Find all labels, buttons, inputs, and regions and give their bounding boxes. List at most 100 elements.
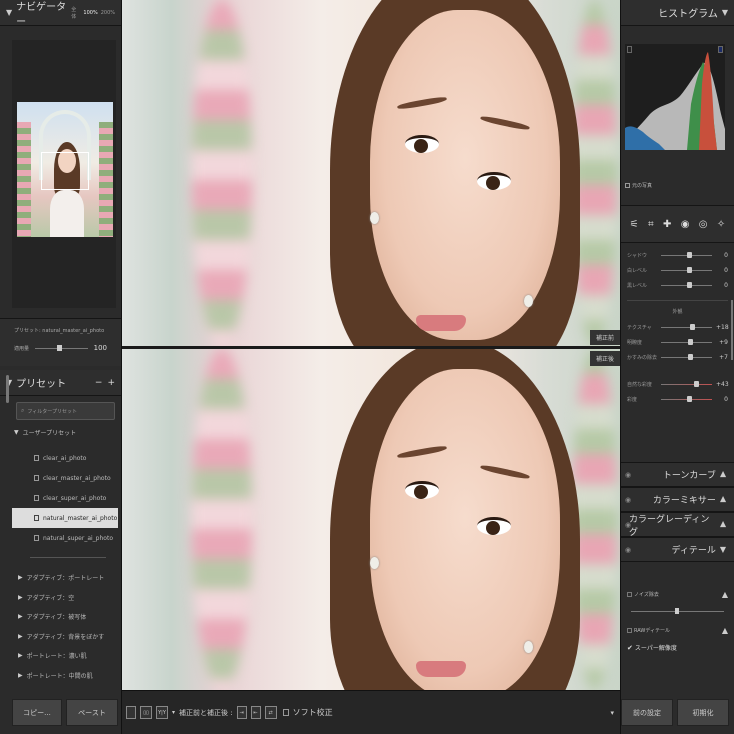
slider-track[interactable] [661,339,712,345]
slider-knob[interactable] [693,381,699,387]
preset-item[interactable]: clear_super_ai_photo [12,488,118,508]
compare-view-icon[interactable]: ▯▯ [140,706,152,719]
visibility-toggle-icon[interactable]: ◉ [625,471,631,479]
mask-icon[interactable]: ◉ [681,219,690,230]
slider-track[interactable] [661,252,712,258]
expand-triangle-icon[interactable]: ▼ [720,520,726,529]
slider-value[interactable]: +43 [716,381,729,388]
expand-triangle-icon[interactable]: ▼ [14,429,19,436]
expand-triangle-icon[interactable]: ▶ [18,652,23,659]
copy-after-to-before-icon[interactable]: ⇤ [250,706,261,719]
checkbox-icon[interactable] [627,592,632,597]
left-scrollbar[interactable] [6,375,9,403]
checkbox-checked-icon[interactable]: ✔ [627,644,633,652]
slider-row[interactable]: 明瞭度 +9 [621,335,734,350]
slider-knob[interactable] [686,396,692,402]
expand-triangle-icon[interactable]: ▼ [720,470,726,479]
slider-row[interactable]: かすみの除去 +7 [621,350,734,365]
slider-knob[interactable] [686,252,692,258]
navigator-zoom-box[interactable] [41,152,89,190]
expand-triangle-icon[interactable]: ▶ [18,594,23,601]
checkbox-icon[interactable] [625,183,630,188]
raw-detail-row[interactable]: RAWディテール ▲ [621,612,734,635]
previous-settings-button[interactable]: 前の設定 [621,699,673,726]
swap-before-after-icon[interactable]: ⇄ [264,706,277,719]
paste-button[interactable]: ペースト [66,699,118,726]
preset-search-input[interactable]: ⌕ フィルタープリセット [16,402,115,420]
slider-knob[interactable] [688,339,694,345]
crop-icon[interactable]: ⌗ [648,219,654,230]
expand-triangle-icon[interactable]: ▶ [18,574,23,581]
slider-track[interactable] [661,282,712,288]
reset-button[interactable]: 初期化 [677,699,729,726]
preset-item-selected[interactable]: natural_master_ai_photo [12,508,118,528]
copy-before-to-after-icon[interactable]: ⇥ [236,706,247,719]
zoom-fit[interactable]: 全体 [71,6,80,20]
collapse-triangle-icon[interactable]: ▼ [722,8,728,17]
section-detail[interactable]: ◉ ディテール ▼ [621,537,734,562]
slider-track[interactable] [661,354,712,360]
histogram-chart[interactable] [625,44,725,150]
slider-value[interactable]: +9 [716,339,728,346]
slider-track[interactable] [661,381,712,387]
original-photo-toggle[interactable]: 元の写真 [625,182,652,189]
collapse-triangle-icon[interactable]: ▼ [720,545,726,554]
expand-triangle-icon[interactable]: ▶ [18,613,23,620]
slider-row[interactable]: シャドウ 0 [621,248,734,263]
slider-row[interactable]: 自然な彩度 +43 [621,377,734,392]
slider-row[interactable]: 白レベル 0 [621,263,734,278]
amount-slider[interactable] [35,344,88,351]
super-resolution-row[interactable]: ✔ スーパー解像度 [621,635,734,653]
zoom-200[interactable]: 200% [101,10,115,16]
collapse-triangle-icon[interactable]: ▼ [6,8,12,17]
image-view[interactable]: 補正前 補正後 [122,0,620,690]
expand-triangle-icon[interactable]: ▼ [720,495,726,504]
soft-proof-checkbox[interactable] [282,709,289,716]
preset-item[interactable]: clear_ai_photo [12,448,118,468]
navigator-header[interactable]: ▼ ナビゲーター 全体 100% 200% [0,0,121,28]
preset-group[interactable]: ▶ アダプティブ：被写体 [0,607,121,627]
slider-knob[interactable] [687,354,693,360]
redeye-icon[interactable]: ◎ [699,219,708,230]
section-color-mixer[interactable]: ◉ カラーミキサー ▼ [621,487,734,512]
slider-value[interactable]: 0 [716,267,728,274]
navigator-thumbnail[interactable] [17,102,113,237]
visibility-toggle-icon[interactable]: ◉ [625,496,631,504]
preset-group[interactable]: ▶ ポートレート：中間の肌 [0,666,121,686]
amount-slider-knob[interactable] [57,344,63,351]
preset-group[interactable]: ▶ アダプティブ：ポートレート [0,568,121,588]
slider-row[interactable]: テクスチャ +18 [621,320,734,335]
zoom-100[interactable]: 100% [83,10,97,16]
edit-sliders-icon[interactable]: ⚟ [630,219,639,230]
histogram-header[interactable]: ヒストグラム ▼ [621,0,734,26]
preset-item[interactable]: clear_master_ai_photo [12,468,118,488]
remove-preset-button[interactable]: − [95,378,103,388]
toolbar-menu-icon[interactable]: ▾ [610,709,614,717]
slider-row[interactable]: 彩度 0 [621,392,734,407]
healing-icon[interactable]: ✚ [663,219,671,230]
slider-knob[interactable] [686,282,692,288]
slider-track[interactable] [661,267,712,273]
section-tone-curve[interactable]: ◉ トーンカーブ ▼ [621,462,734,487]
before-photo[interactable]: 補正前 [122,0,620,346]
compare-dropdown-icon[interactable]: ▾ [172,709,175,716]
navigator-preview[interactable] [12,40,116,308]
slider-value[interactable]: 0 [716,282,728,289]
user-preset-group[interactable]: ▼ ユーザープリセット [14,428,76,437]
visibility-toggle-icon[interactable]: ◉ [625,546,631,554]
after-photo[interactable]: 補正後 [122,349,620,690]
checkbox-icon[interactable] [627,628,632,633]
copy-button[interactable]: コピー... [12,699,62,726]
preset-item[interactable]: natural_super_ai_photo [12,528,118,548]
noise-slider-knob[interactable] [675,608,679,614]
slider-track[interactable] [661,396,712,402]
preset-group[interactable]: ▶ ポートレート：濃い肌 [0,646,121,666]
highlight-clipping-icon[interactable] [718,46,723,53]
slider-value[interactable]: 0 [716,252,728,259]
right-scrollbar[interactable] [731,300,733,360]
shadow-clipping-icon[interactable] [627,46,632,53]
slider-track[interactable] [661,324,712,330]
compare-mode-button[interactable]: Y|Y [156,706,168,719]
slider-value[interactable]: 0 [716,396,728,403]
noise-slider[interactable] [631,608,724,614]
